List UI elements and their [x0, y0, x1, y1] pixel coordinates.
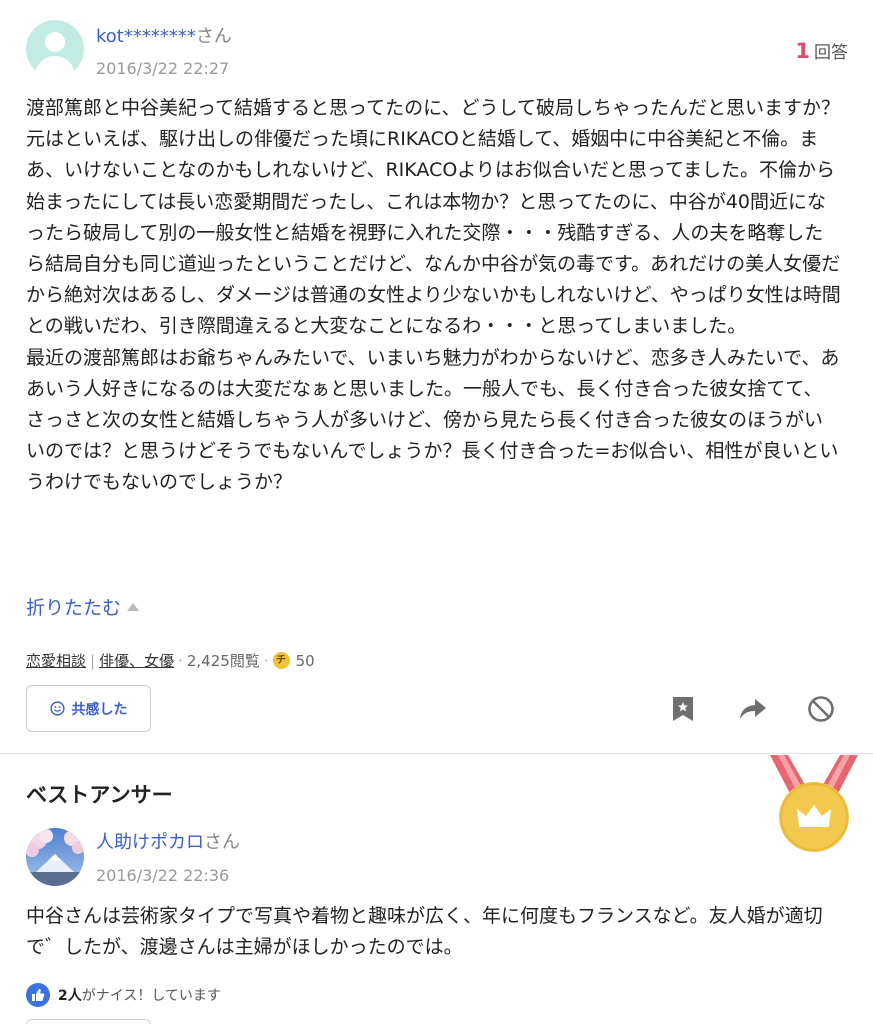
block-icon[interactable] [806, 694, 836, 724]
answer-body: 中谷さんは芸術家タイプで写真や着物と趣味が広く、年に何度もフランスなど。友人婚が… [26, 905, 823, 959]
category-link-romance[interactable]: 恋愛相談 [26, 652, 86, 670]
collapse-label[interactable]: 折りたたむ [26, 597, 121, 619]
question-timestamp: 2016/3/22 22:27 [96, 59, 230, 78]
section-divider [0, 753, 873, 754]
question-header: kot********さん 2016/3/22 22:27 1 回答 [26, 20, 848, 82]
empathy-button[interactable]: 共感した [26, 685, 151, 732]
share-arrow-icon[interactable] [738, 694, 768, 724]
caret-up-icon [127, 602, 140, 611]
answer-count-number: 1 [795, 39, 810, 63]
bookmark-icon[interactable] [668, 694, 698, 724]
nice-text: がナイス！しています [81, 988, 221, 1004]
nice-summary: 2人がナイス！しています [26, 983, 221, 1007]
answer-count[interactable]: 1 回答 [795, 38, 848, 63]
view-count: 2,425閲覧 [186, 652, 260, 670]
smile-icon [49, 701, 65, 716]
coin-count: 50 [295, 652, 315, 670]
answerer-name[interactable]: 人助けポカロ [96, 832, 204, 853]
coin-icon: チ [272, 652, 290, 669]
questioner-honorific: さん [195, 26, 232, 47]
empathy-label: 共感した [71, 701, 128, 718]
category-link-actors[interactable]: 俳優、女優 [99, 652, 174, 670]
answerer-honorific: さん [204, 832, 240, 853]
collapse-link[interactable]: 折りたたむ [26, 596, 140, 620]
questioner-name-line[interactable]: kot********さん [96, 26, 232, 48]
best-answer-title: ベストアンサー [26, 783, 173, 807]
question-body: 渡部篤郎と中谷美紀って結婚すると思ってたのに、どうして破局しちゃったんだと思いま… [26, 97, 841, 494]
answer-empathy-button[interactable] [26, 1019, 151, 1024]
questioner-name[interactable]: kot******** [96, 26, 196, 47]
best-answer-medal-icon [770, 755, 858, 852]
questioner-avatar[interactable] [26, 20, 84, 78]
question-meta: 恋愛相談 | 俳優、女優 · 2,425閲覧 · チ 50 [26, 652, 315, 670]
nice-count: 2人 [58, 988, 82, 1004]
answerer-avatar[interactable] [26, 828, 84, 886]
thumbs-up-icon [26, 983, 50, 1007]
answer-timestamp: 2016/3/22 22:36 [96, 866, 230, 885]
answerer-name-line[interactable]: 人助けポカロさん [96, 832, 240, 854]
answer-count-label: 回答 [814, 43, 848, 63]
